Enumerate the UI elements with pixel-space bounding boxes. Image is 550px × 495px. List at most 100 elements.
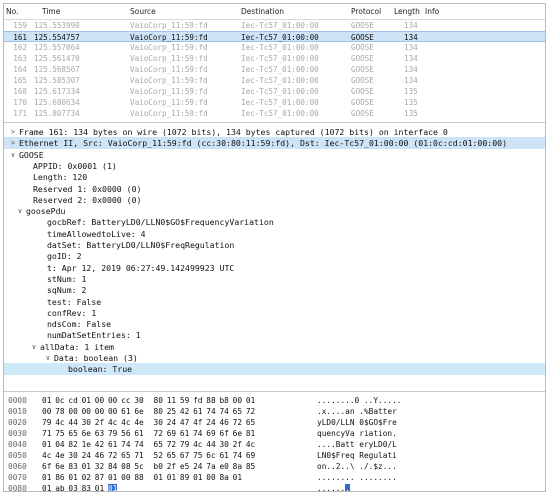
hex-byte[interactable]: 72	[154, 428, 167, 439]
packet-row[interactable]: 170 125.680634 VaioCorp_11:59:fd Iec-Tc57_0…	[4, 97, 545, 108]
hex-byte[interactable]: 75	[55, 428, 68, 439]
hex-byte[interactable]: 01	[42, 439, 55, 450]
hex-byte[interactable]: 4c	[121, 417, 134, 428]
expand-chevron-icon[interactable]: ∨	[16, 205, 24, 217]
column-destination[interactable]: Destination	[241, 7, 284, 16]
hex-byte[interactable]: 83	[68, 461, 81, 472]
hex-byte[interactable]: 01	[95, 483, 108, 491]
hex-byte[interactable]: 75	[193, 450, 206, 461]
detail-row[interactable]: APPID: 0x0001 (1)	[4, 160, 545, 172]
hex-byte[interactable]: 01	[82, 461, 95, 472]
hex-byte[interactable]: 61	[193, 406, 206, 417]
hex-byte[interactable]: 63	[95, 428, 108, 439]
column-info[interactable]: Info	[425, 7, 439, 16]
hex-byte[interactable]: 44	[68, 417, 81, 428]
column-protocol[interactable]: Protocol	[351, 7, 381, 16]
hex-row[interactable]: 0020 79 4c 44 30 2f 4c 4c 4e 30 24 47 4f 24 46 72 65 yLD0…	[4, 417, 545, 428]
hex-byte[interactable]: 00	[68, 406, 81, 417]
expand-chevron-icon[interactable]: ∨	[44, 352, 52, 364]
detail-row[interactable]: sqNum: 2	[4, 284, 545, 296]
hex-byte[interactable]: 67	[180, 450, 193, 461]
hex-byte[interactable]: 00	[82, 406, 95, 417]
hex-byte[interactable]: 04	[55, 439, 68, 450]
hex-byte[interactable]: 72	[246, 406, 259, 417]
hex-byte[interactable]: 4e	[134, 417, 147, 428]
hex-byte[interactable]: 01	[68, 472, 81, 483]
hex-byte[interactable]: 47	[180, 417, 193, 428]
hex-byte[interactable]: 80	[154, 395, 167, 406]
detail-row[interactable]: confRev: 1	[4, 307, 545, 319]
hex-byte[interactable]: 61	[180, 428, 193, 439]
hex-byte[interactable]: 00	[95, 406, 108, 417]
hex-byte[interactable]: 6f	[219, 428, 232, 439]
hex-byte[interactable]: 69	[206, 428, 219, 439]
column-length[interactable]: Length	[394, 7, 420, 16]
hex-byte[interactable]: cd	[68, 395, 81, 406]
hex-byte[interactable]: 08	[121, 461, 134, 472]
column-no[interactable]: No.	[6, 7, 18, 16]
hex-row[interactable]: 0000 01 0c cd 01 00 00 cc 30 80 11 59 fd 88 b8 00 01....…	[4, 395, 545, 406]
hex-bytes[interactable]: 79 4c 44 30 2f 4c 4c 4e 30 24 47 4f 24 46 72 65	[42, 417, 259, 428]
hex-byte[interactable]: 01	[108, 472, 121, 483]
hex-bytes[interactable]: 6f 6e 83 01 32 84 08 5c b0 2f e5 24 7a e0 8a 85	[42, 461, 259, 472]
hex-byte[interactable]: 01	[82, 395, 95, 406]
hex-byte[interactable]: 88	[206, 395, 219, 406]
hex-byte[interactable]: cc	[121, 395, 134, 406]
hex-bytes[interactable]: 4c 4e 30 24 46 72 65 71 52 65 67 75 6c 61 74 69	[42, 450, 259, 461]
hex-byte[interactable]: 56	[121, 428, 134, 439]
detail-row[interactable]: Reserved 2: 0x0000 (0)	[4, 194, 545, 206]
hex-byte[interactable]: 83	[82, 483, 95, 491]
hex-byte[interactable]: 89	[180, 472, 193, 483]
hex-byte[interactable]: 8a	[219, 472, 232, 483]
hex-byte[interactable]: 30	[134, 395, 147, 406]
hex-row[interactable]: 0070 01 86 01 02 87 01 00 88 01 01 89 01 00 8a 01......…	[4, 472, 545, 483]
hex-ascii[interactable]: ....Batt eryLD0/L	[317, 439, 397, 450]
collapse-chevron-icon[interactable]: >	[9, 137, 17, 149]
hex-byte[interactable]: 6e	[55, 461, 68, 472]
detail-row[interactable]: numDatSetEntries: 1	[4, 329, 545, 341]
hex-byte[interactable]: b0	[154, 461, 167, 472]
hex-bytes[interactable]: 01 86 01 02 87 01 00 88 01 01 89 01 00 8a 01	[42, 472, 246, 483]
hex-byte[interactable]: 61	[219, 450, 232, 461]
packet-row[interactable]: 159 125.553990 VaioCorp_11:59:fd Iec-Tc57_0…	[4, 20, 545, 31]
hex-byte[interactable]: 6c	[206, 450, 219, 461]
hex-byte[interactable]: 24	[167, 417, 180, 428]
hex-byte[interactable]: 71	[42, 428, 55, 439]
hex-row[interactable]: 0050 4c 4e 30 24 46 72 65 71 52 65 67 75 6c 61 74 69 LN0$…	[4, 450, 545, 461]
hex-byte[interactable]: 6e	[233, 428, 246, 439]
hex-byte[interactable]: 00	[108, 395, 121, 406]
hex-byte[interactable]: 79	[108, 428, 121, 439]
hex-byte[interactable]: fd	[193, 395, 206, 406]
hex-bytes[interactable]: 71 75 65 6e 63 79 56 61 72 69 61 74 69 6f 6e 81	[42, 428, 259, 439]
hex-byte[interactable]: 46	[95, 450, 108, 461]
hex-byte[interactable]: 6e	[134, 406, 147, 417]
hex-byte[interactable]: 4c	[246, 439, 259, 450]
hex-byte[interactable]: 85	[246, 461, 259, 472]
hex-byte[interactable]: 01	[107, 483, 121, 491]
detail-row[interactable]: gocbRef: BatteryLD0/LLN0$GO$FrequencyVar…	[4, 216, 545, 228]
detail-row[interactable]: ∨ Data: boolean (3)	[4, 352, 545, 364]
hex-byte[interactable]: 2f	[167, 461, 180, 472]
packet-row[interactable]: 165 125.585307 VaioCorp_11:59:fd Iec-Tc57_0…	[4, 75, 545, 86]
detail-row[interactable]: goID: 2	[4, 250, 545, 262]
detail-row[interactable]: boolean: True	[4, 363, 545, 376]
hex-byte[interactable]: 00	[95, 395, 108, 406]
hex-byte[interactable]: 30	[219, 439, 232, 450]
hex-row[interactable]: 0010 00 78 00 00 00 00 61 6e 80 25 42 61 74 74 65 72 .x..…	[4, 406, 545, 417]
hex-byte[interactable]: 4c	[55, 417, 68, 428]
hex-byte[interactable]: 61	[121, 406, 134, 417]
detail-row[interactable]: Reserved 1: 0x0000 (0)	[4, 183, 545, 195]
hex-byte[interactable]: 00	[42, 406, 55, 417]
detail-row[interactable]: stNum: 1	[4, 273, 545, 285]
hex-byte[interactable]: 25	[167, 406, 180, 417]
hex-byte[interactable]: 01	[193, 472, 206, 483]
hex-byte[interactable]: 00	[108, 406, 121, 417]
detail-row[interactable]: Length: 120	[4, 171, 545, 183]
hex-byte[interactable]: 74	[121, 439, 134, 450]
hex-byte[interactable]: 65	[154, 439, 167, 450]
hex-ascii[interactable]: yLD0/LLN 0$GO$Fre	[317, 417, 397, 428]
detail-row[interactable]: ∨ goosePdu	[4, 205, 545, 217]
hex-byte[interactable]: 03	[68, 483, 81, 491]
hex-row[interactable]: 0060 6f 6e 83 01 32 84 08 5c b0 2f e5 24 7a e0 8a 85 on..…	[4, 461, 545, 472]
detail-row[interactable]: > Ethernet II, Src: VaioCorp_11:59:fd (cc…	[4, 137, 545, 150]
